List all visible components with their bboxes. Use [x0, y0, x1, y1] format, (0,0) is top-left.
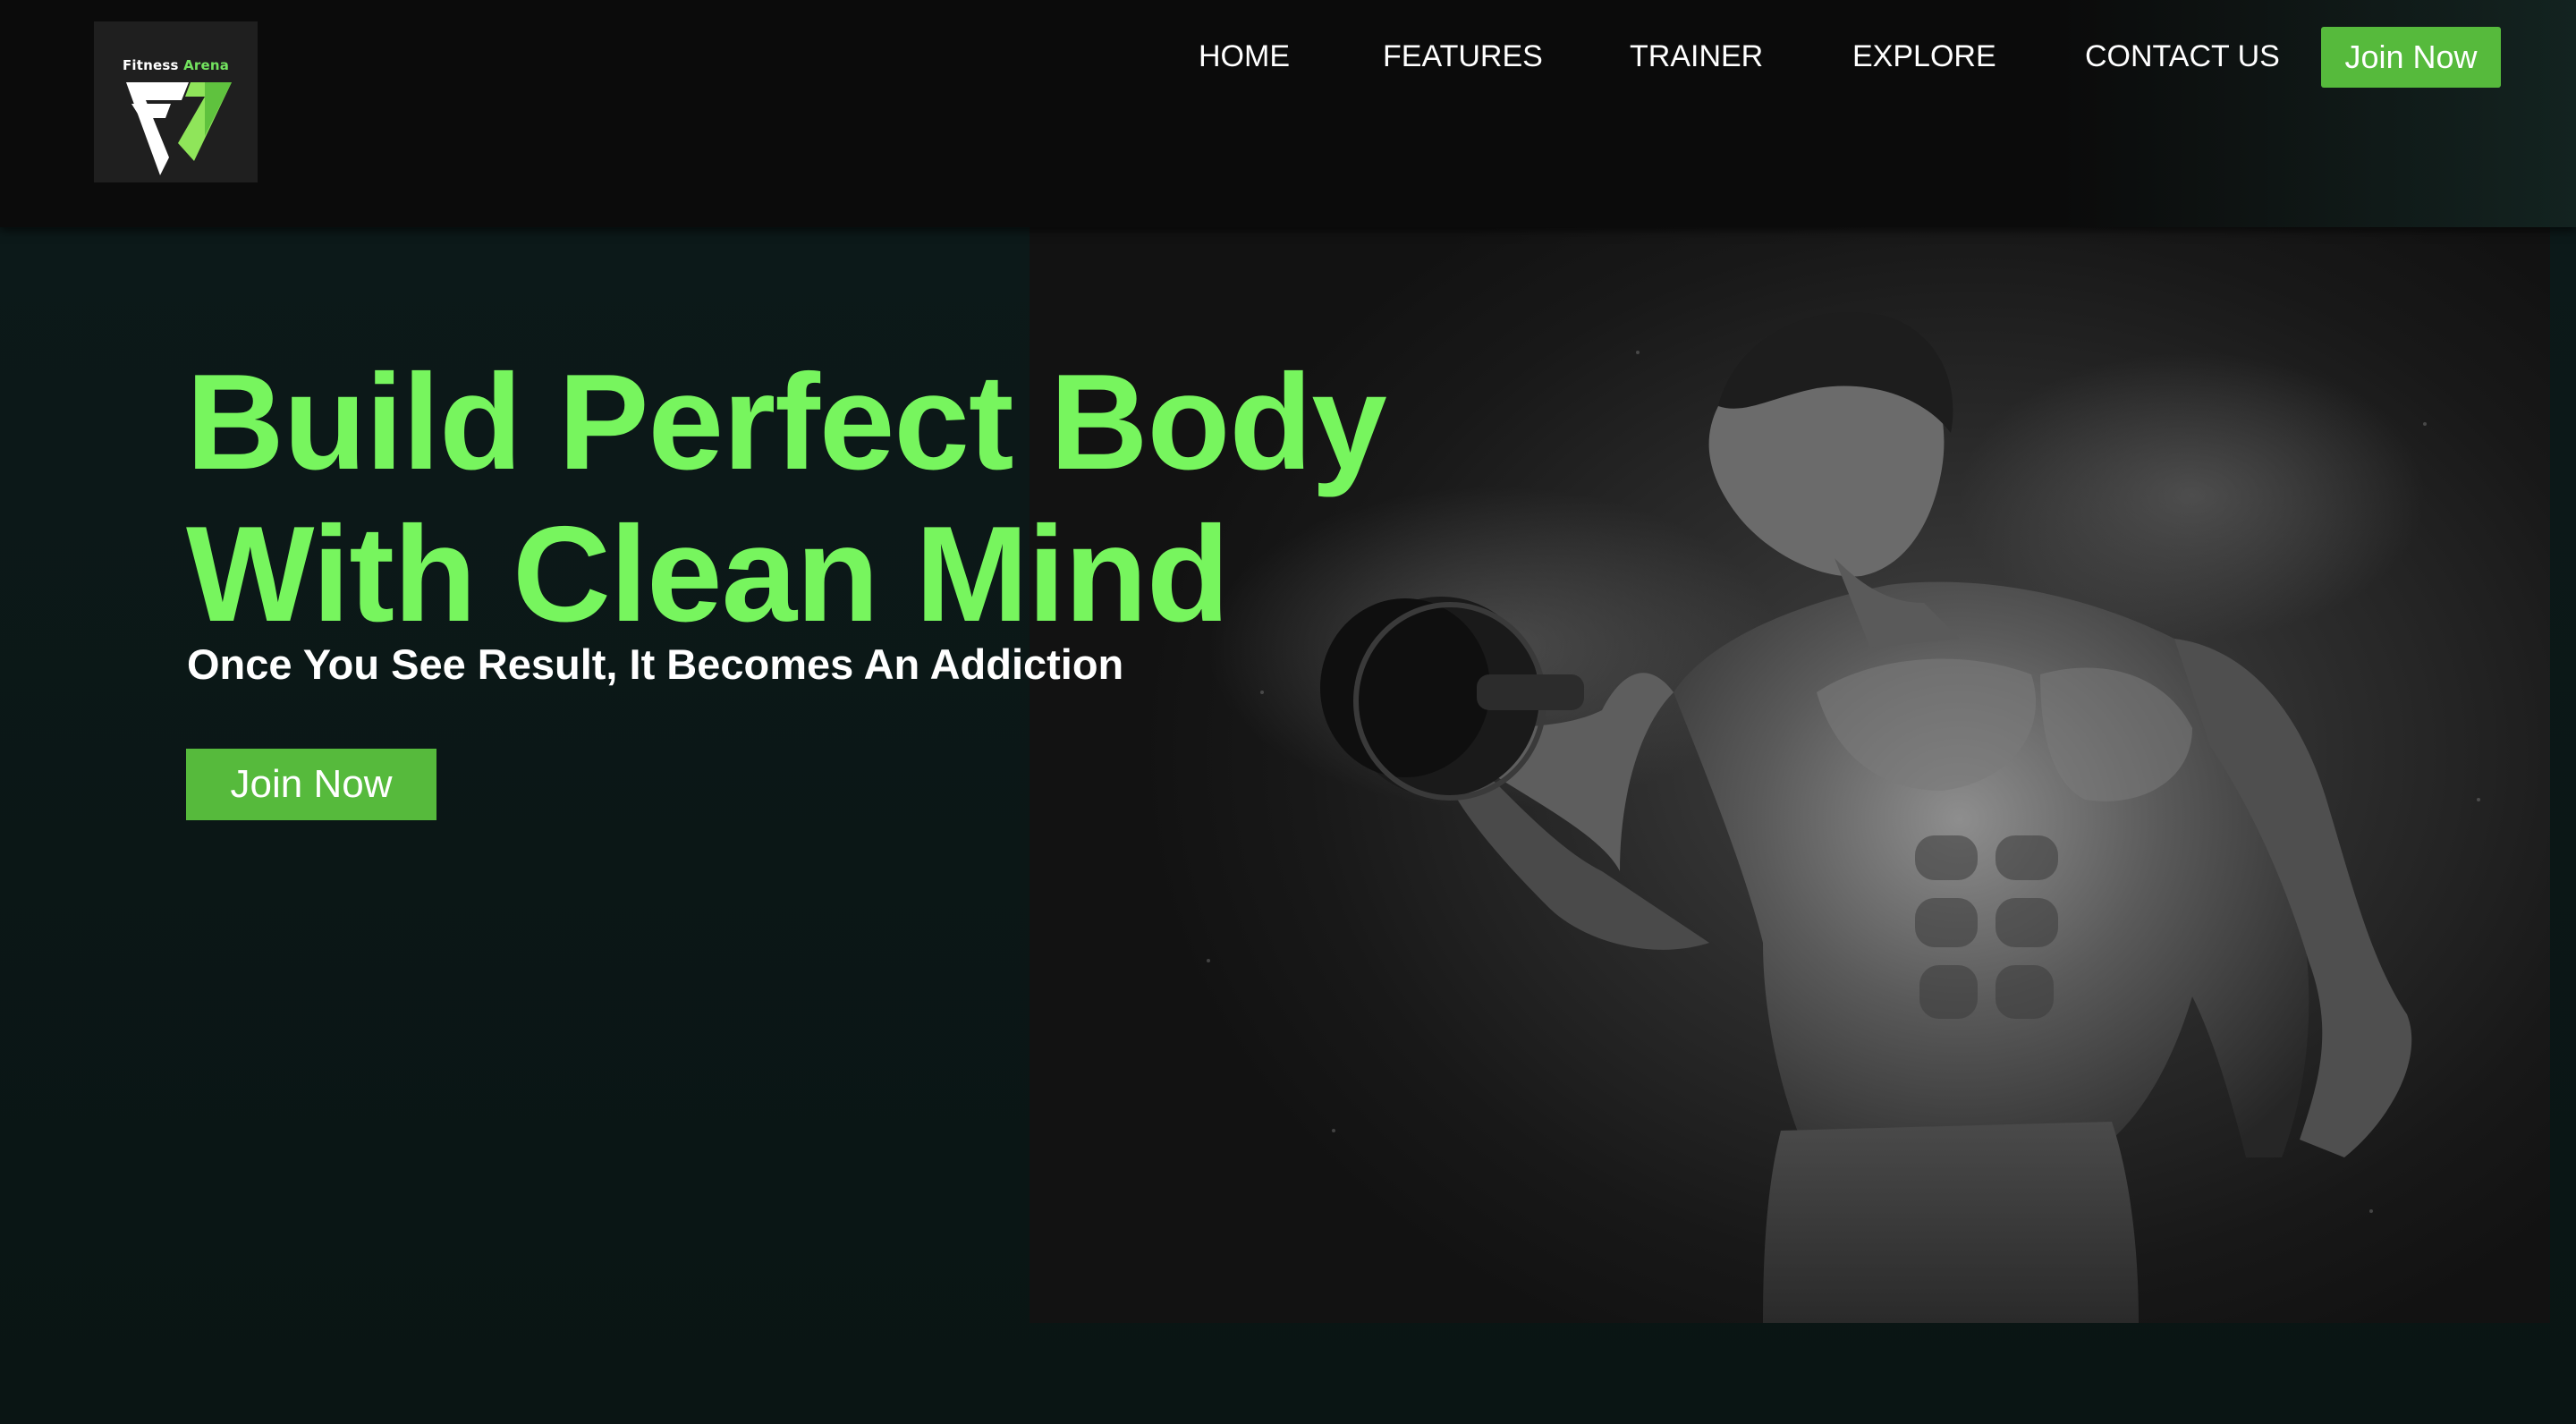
nav-contact-link[interactable]: CONTACT US	[2085, 25, 2280, 88]
site-header: Fitness Arena HOME FEATURES TRAINER EXPL…	[0, 0, 2576, 227]
hero-headline-line2: With Clean Mind	[186, 498, 1230, 650]
hero-tagline: Once You See Result, It Becomes An Addic…	[187, 640, 1124, 688]
hero-headline: Build Perfect Body With Clean Mind	[186, 346, 1387, 650]
nav-trainer-link[interactable]: TRAINER	[1630, 25, 1763, 88]
logo-word-fitness: Fitness	[122, 57, 179, 73]
hero-section: Build Perfect Body With Clean Mind Once …	[0, 227, 2576, 1424]
nav-home-link[interactable]: HOME	[1199, 25, 1290, 88]
nav-features-link[interactable]: FEATURES	[1383, 25, 1543, 88]
nav-explore-link[interactable]: EXPLORE	[1852, 25, 1996, 88]
nav-join-now-button[interactable]: Join Now	[2321, 27, 2501, 88]
logo-word-arena: Arena	[183, 57, 230, 73]
hero-join-now-button[interactable]: Join Now	[186, 749, 436, 820]
site-logo[interactable]: Fitness Arena	[94, 21, 258, 182]
hero-headline-line1: Build Perfect Body	[186, 346, 1387, 498]
logo-text: Fitness Arena	[94, 57, 258, 73]
fa-monogram-icon	[126, 82, 232, 175]
